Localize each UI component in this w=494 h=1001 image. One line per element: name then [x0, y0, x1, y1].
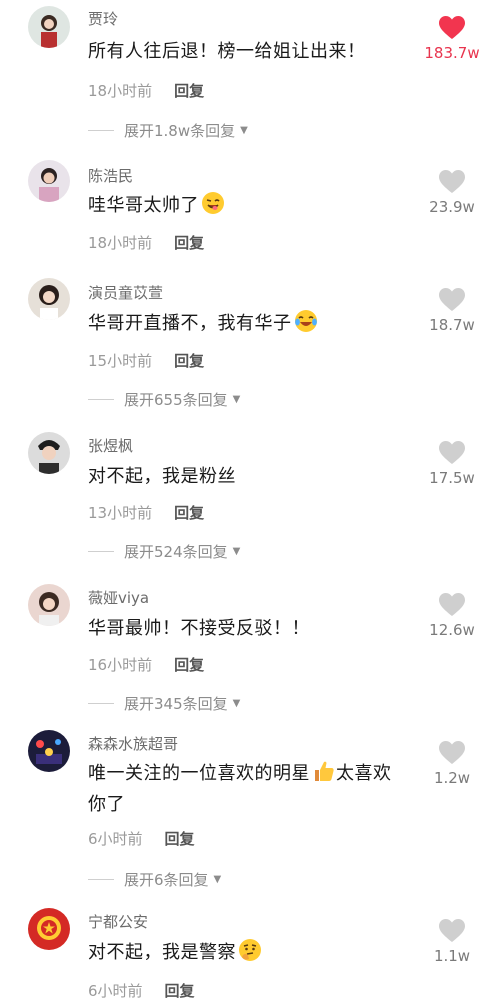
comment-text: 对不起，我是粉丝	[88, 466, 236, 487]
avatar[interactable]	[28, 6, 70, 48]
expand-replies[interactable]: 展开655条回复 ▼	[88, 389, 240, 410]
comment-time: 16小时前	[88, 656, 153, 674]
like-count: 23.9w	[429, 198, 475, 216]
comment-time: 18小时前	[88, 82, 153, 100]
reply-button[interactable]: 回复	[174, 352, 204, 370]
like-button[interactable]: 17.5w	[422, 441, 482, 487]
avatar[interactable]	[28, 278, 70, 320]
chevron-down-icon: ▼	[232, 394, 241, 405]
comment-author[interactable]: 宁都公安	[88, 911, 148, 932]
like-count: 18.7w	[429, 316, 475, 334]
like-button[interactable]: 23.9w	[422, 170, 482, 216]
reply-button[interactable]: 回复	[165, 982, 195, 1000]
comment-text: 唯一关注的一位喜欢的明星 太喜欢你了	[88, 758, 418, 820]
expand-label: 展开345条回复	[124, 695, 228, 713]
comment-time: 6小时前	[88, 830, 143, 848]
divider	[88, 399, 114, 400]
chevron-down-icon: ▼	[232, 546, 241, 557]
reply-button[interactable]: 回复	[174, 234, 204, 252]
thumbs-up-emoji	[315, 761, 334, 781]
thinking-emoji	[239, 939, 261, 961]
comment-meta: 13小时前 回复	[88, 502, 204, 523]
reply-button[interactable]: 回复	[174, 504, 204, 522]
comment-meta: 16小时前 回复	[88, 654, 204, 675]
avatar[interactable]	[28, 584, 70, 626]
expand-replies[interactable]: 展开6条回复 ▼	[88, 869, 221, 890]
avatar[interactable]	[28, 432, 70, 474]
divider	[88, 130, 114, 131]
comment-time: 6小时前	[88, 982, 143, 1000]
comment-text: 对不起，我是警察	[88, 937, 418, 968]
expand-replies[interactable]: 展开1.8w条回复 ▼	[88, 120, 248, 141]
laugh-tears-emoji	[294, 310, 317, 332]
comment-author[interactable]: 张煜枫	[88, 435, 133, 456]
divider	[88, 703, 114, 704]
comment-meta: 18小时前 回复	[88, 80, 204, 101]
expand-label: 展开6条回复	[124, 871, 209, 889]
heart-icon	[439, 441, 465, 464]
like-count: 1.2w	[433, 769, 471, 787]
expand-label: 展开655条回复	[124, 391, 228, 409]
like-button[interactable]: 1.2w	[422, 741, 482, 787]
heart-icon	[439, 919, 465, 942]
comment-author[interactable]: 贾玲	[88, 8, 118, 29]
heart-icon	[439, 593, 465, 616]
heart-icon	[439, 741, 465, 764]
expand-label: 展开1.8w条回复	[124, 122, 236, 140]
comment-text: 哇华哥太帅了	[88, 190, 418, 221]
chevron-down-icon: ▼	[213, 874, 222, 885]
comment-text-content: 你了	[88, 794, 125, 815]
comment-text-content: 华哥开直播不，我有华子	[88, 313, 292, 334]
comment-meta: 18小时前 回复	[88, 232, 204, 253]
chevron-down-icon: ▼	[232, 698, 241, 709]
comment-text-content: 太喜欢	[336, 763, 392, 784]
avatar[interactable]	[28, 160, 70, 202]
comment-time: 15小时前	[88, 352, 153, 370]
comment-author[interactable]: 森森水族超哥	[88, 733, 178, 754]
comment-text-content: 哇华哥太帅了	[88, 195, 199, 216]
comment-meta: 6小时前 回复	[88, 980, 195, 1001]
divider	[88, 551, 114, 552]
comment-author[interactable]: 演员童苡萱	[88, 282, 163, 303]
reply-button[interactable]: 回复	[174, 82, 204, 100]
divider	[88, 879, 114, 880]
heart-icon	[439, 16, 465, 39]
reply-button[interactable]: 回复	[174, 656, 204, 674]
expand-replies[interactable]: 展开345条回复 ▼	[88, 693, 240, 714]
like-count: 1.1w	[433, 947, 471, 965]
like-count: 12.6w	[429, 621, 475, 639]
wink-tongue-emoji	[202, 192, 224, 214]
comment-time: 13小时前	[88, 504, 153, 522]
heart-icon	[439, 288, 465, 311]
like-button[interactable]: 183.7w	[422, 16, 482, 62]
like-button[interactable]: 18.7w	[422, 288, 482, 334]
comment-meta: 6小时前 回复	[88, 828, 195, 849]
comment-time: 18小时前	[88, 234, 153, 252]
like-count: 17.5w	[429, 469, 475, 487]
expand-label: 展开524条回复	[124, 543, 228, 561]
like-count: 183.7w	[424, 44, 480, 62]
like-button[interactable]: 1.1w	[422, 919, 482, 965]
comment-text: 华哥开直播不，我有华子	[88, 308, 418, 339]
comment-meta: 15小时前 回复	[88, 350, 204, 371]
comment-text-content: 对不起，我是警察	[88, 942, 236, 963]
avatar[interactable]	[28, 730, 70, 772]
comment-text: 所有人往后退！榜一给姐让出来！	[88, 41, 366, 62]
comment-text: 华哥最帅！不接受反驳！！	[88, 618, 310, 639]
expand-replies[interactable]: 展开524条回复 ▼	[88, 541, 240, 562]
avatar[interactable]	[28, 908, 70, 950]
comment-author[interactable]: 陈浩民	[88, 165, 133, 186]
reply-button[interactable]: 回复	[165, 830, 195, 848]
chevron-down-icon: ▼	[240, 125, 248, 136]
comment-text-content: 唯一关注的一位喜欢的明星	[88, 763, 310, 784]
comment-author[interactable]: 薇娅viya	[88, 587, 149, 608]
heart-icon	[439, 170, 465, 193]
like-button[interactable]: 12.6w	[422, 593, 482, 639]
